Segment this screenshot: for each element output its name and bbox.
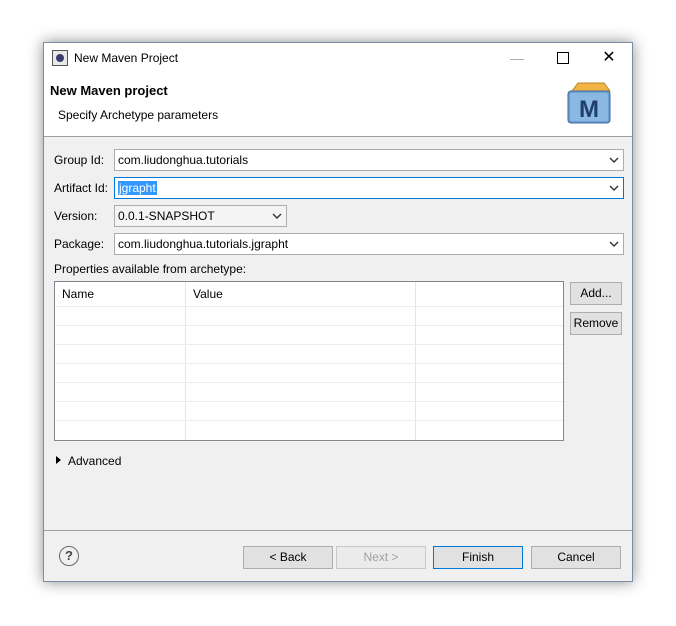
row-divider	[55, 344, 563, 345]
eclipse-app-icon	[52, 50, 68, 66]
footer-separator	[44, 530, 632, 531]
finish-button[interactable]: Finish	[433, 546, 523, 569]
close-button[interactable]: ✕	[586, 43, 632, 73]
package-combo[interactable]: com.liudonghua.tutorials.jgrapht	[114, 233, 624, 255]
group-id-label: Group Id:	[54, 153, 105, 167]
column-header-value[interactable]: Value	[186, 282, 416, 306]
artifact-id-combo[interactable]: jgrapht	[114, 177, 624, 199]
maven-logo-icon: M	[567, 82, 611, 124]
artifact-id-value: jgrapht	[118, 181, 157, 195]
expand-arrow-icon[interactable]	[56, 456, 61, 464]
maximize-button[interactable]	[540, 43, 586, 73]
chevron-down-icon	[609, 185, 619, 191]
maximize-icon	[557, 51, 569, 64]
row-divider	[55, 325, 563, 326]
row-divider	[55, 306, 563, 307]
help-icon[interactable]: ?	[59, 546, 79, 566]
title-bar[interactable]: New Maven Project — ✕	[44, 43, 632, 73]
minimize-button[interactable]: —	[494, 43, 540, 73]
properties-label: Properties available from archetype:	[54, 262, 247, 276]
wizard-title: New Maven project	[50, 83, 168, 98]
row-divider	[55, 382, 563, 383]
chevron-down-icon	[272, 213, 282, 219]
cancel-button[interactable]: Cancel	[531, 546, 621, 569]
row-divider	[55, 363, 563, 364]
properties-table[interactable]: Name Value	[54, 281, 564, 441]
row-divider	[55, 420, 563, 421]
next-button[interactable]: Next >	[336, 546, 426, 569]
package-label: Package:	[54, 237, 105, 251]
chevron-down-icon	[609, 241, 619, 247]
wizard-banner: New Maven project Specify Archetype para…	[44, 73, 632, 137]
new-maven-project-dialog: New Maven Project — ✕ New Maven project …	[43, 42, 633, 582]
version-value: 0.0.1-SNAPSHOT	[118, 209, 215, 223]
remove-property-button[interactable]: Remove	[570, 312, 622, 335]
add-property-button[interactable]: Add...	[570, 282, 622, 305]
wizard-subtitle: Specify Archetype parameters	[58, 108, 219, 122]
chevron-down-icon	[609, 157, 619, 163]
group-id-combo[interactable]: com.liudonghua.tutorials	[114, 149, 624, 171]
row-divider	[55, 401, 563, 402]
column-header-name[interactable]: Name	[55, 282, 185, 306]
package-value: com.liudonghua.tutorials.jgrapht	[118, 237, 289, 251]
artifact-id-label: Artifact Id:	[54, 181, 109, 195]
version-select[interactable]: 0.0.1-SNAPSHOT	[114, 205, 287, 227]
maven-logo-letter: M	[579, 96, 599, 123]
version-label: Version:	[54, 209, 98, 223]
window-title: New Maven Project	[74, 51, 179, 65]
advanced-section-toggle[interactable]: Advanced	[68, 454, 121, 468]
group-id-value: com.liudonghua.tutorials	[118, 153, 249, 167]
back-button[interactable]: < Back	[243, 546, 333, 569]
